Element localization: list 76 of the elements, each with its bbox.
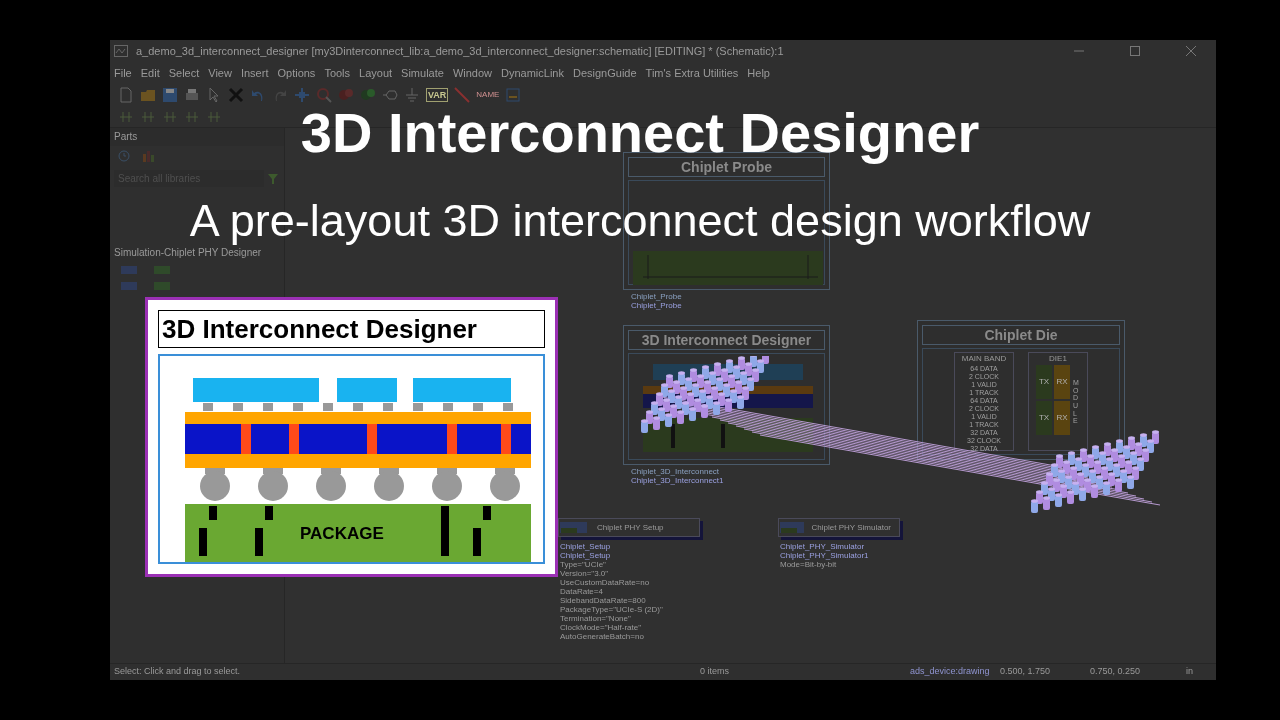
parameter-label: Mode=Bit-by-bit (780, 560, 837, 569)
component-icon[interactable] (153, 279, 171, 292)
parameter-label: Chiplet_Setup (560, 542, 611, 551)
menu-item[interactable]: Edit (140, 64, 160, 82)
parameter-label: Termination="None" (560, 614, 631, 623)
app-icon (114, 45, 128, 57)
parameter-label: SidebandDataRate=800 (560, 596, 646, 605)
coordinate-readout: 0.750, 0.250 (1090, 665, 1142, 679)
parameter-label: Type="UCIe" (560, 560, 606, 569)
menu-item[interactable]: Select (168, 64, 200, 82)
instance-label: Chiplet_3D_Interconnect (631, 467, 720, 476)
parameter-label: Chiplet_Setup (560, 551, 611, 560)
parameter-label: Version="3.0" (560, 569, 609, 578)
component-icon[interactable] (153, 263, 171, 276)
instance-label: Chiplet_Probe (631, 292, 682, 301)
parameter-label: AutoGenerateBatch=no (560, 632, 644, 641)
menu-item[interactable]: Window (452, 64, 492, 82)
window-title: a_demo_3d_interconnect_designer [my3Dinterconnect_lib:a_demo_3d_interconnect_designer:schematic] [EDITING] * (Schematic):1 (136, 43, 784, 59)
name-button[interactable]: NAME (476, 89, 500, 101)
parameter-label: PackageType="UCIe-S (2D)" (560, 605, 663, 614)
menu-item[interactable]: Tools (324, 64, 351, 82)
component-icon[interactable] (120, 279, 138, 292)
library-icon[interactable] (142, 150, 154, 162)
lane-block: TX (1036, 401, 1052, 435)
layer-name: ads_device:drawing (910, 665, 991, 679)
menu-item[interactable]: Tim's Extra Utilities (645, 64, 739, 82)
menu-item[interactable]: Insert (240, 64, 269, 82)
save-icon[interactable] (162, 87, 178, 103)
menu-item[interactable]: View (208, 64, 232, 82)
port-icon[interactable] (382, 87, 398, 103)
folder-icon[interactable] (140, 87, 156, 103)
instance-label: Chiplet_3D_Interconnect1 (631, 476, 724, 485)
menu-item[interactable]: File (114, 64, 132, 82)
parameter-label: ClockMode="Half-rate" (560, 623, 642, 632)
lane-block: RX (1054, 401, 1070, 435)
component-title: Chiplet PHY Simulator (811, 521, 891, 534)
instance-icon[interactable] (505, 87, 522, 103)
diagram-title: 3D Interconnect Designer (158, 310, 545, 348)
block-title: 3D Interconnect Designer (628, 330, 825, 350)
move-icon[interactable] (294, 87, 310, 103)
print-icon[interactable] (184, 87, 200, 103)
clock-icon[interactable] (118, 150, 130, 162)
coordinate-readout: 0.500, 1.750 (1000, 665, 1052, 679)
item-count: 0 items (700, 665, 730, 679)
component-title: Chiplet PHY Setup (597, 521, 664, 534)
maximize-icon[interactable] (1130, 46, 1140, 56)
ground-icon[interactable] (404, 87, 420, 103)
menu-item[interactable]: Layout (359, 64, 393, 82)
library-name: Simulation-Chiplet PHY Designer (113, 247, 262, 260)
component-icon (779, 519, 804, 536)
component-icon[interactable] (120, 263, 138, 276)
variable-button[interactable]: VAR (426, 88, 449, 102)
menu-item[interactable]: DynamicLink (501, 64, 564, 82)
instance-label: Chiplet_Probe (631, 301, 682, 310)
band-label: MAIN BAND (961, 353, 1007, 365)
wire-icon[interactable] (454, 87, 471, 103)
new-file-icon[interactable] (118, 87, 134, 103)
menu-item[interactable]: DesignGuide (573, 64, 637, 82)
close-icon[interactable] (1186, 46, 1196, 56)
parameter-label: Chiplet_PHY_Simulator (780, 542, 865, 551)
menu-item[interactable]: Simulate (401, 64, 444, 82)
component-icon (559, 519, 589, 536)
block-title: Chiplet Die (922, 325, 1120, 345)
menu-item[interactable]: Help (747, 64, 770, 82)
status-message: Select: Click and drag to select. (114, 665, 242, 679)
menu-item[interactable]: Options (277, 64, 316, 82)
lane-block: TX (1036, 365, 1052, 399)
die-label: DIE1 (1049, 353, 1067, 365)
lane-block: RX (1054, 365, 1070, 399)
delete-icon[interactable] (228, 87, 244, 103)
parameter-label: UseCustomDataRate=no (560, 578, 650, 587)
parameter-label: DataRate=4 (560, 587, 603, 596)
filter-icon[interactable] (268, 173, 278, 184)
package-label: PACKAGE (300, 523, 384, 545)
parameter-label: Chiplet_PHY_Simulator1 (780, 551, 869, 560)
unit-label: in (1186, 665, 1193, 679)
